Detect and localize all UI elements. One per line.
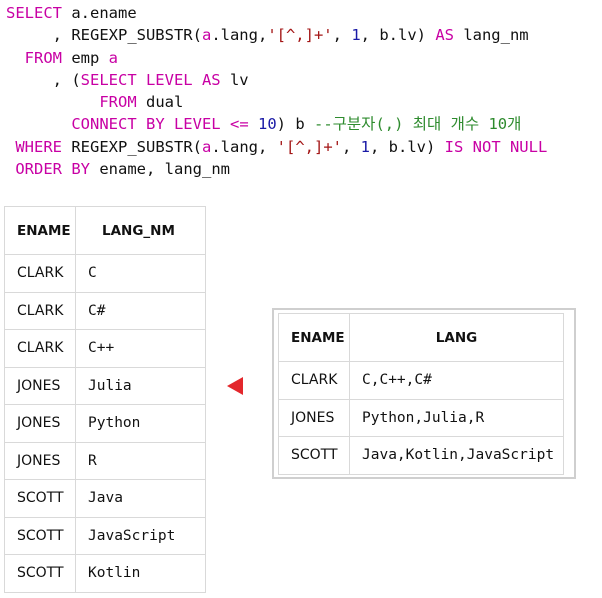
code-token: --구분자(,) 최대 개수 10개 (314, 115, 522, 134)
column-header-ename: ENAME (278, 313, 350, 362)
code-token: 1 (360, 137, 370, 156)
code-token: , b.lv) (360, 26, 436, 45)
column-header-ename: ENAME (4, 206, 76, 255)
sql-code-block: SELECT a.ename , REGEXP_SUBSTR(a.lang,'[… (6, 2, 547, 180)
code-token: AS (435, 26, 454, 45)
code-token: , (341, 137, 361, 156)
cell-ename: SCOTT (4, 516, 76, 555)
code-token: .lang, (211, 26, 268, 45)
cell-lang-nm: R (75, 441, 206, 480)
result-table-aggregated: ENAME LANG CLARK C,C++,C# JONES Python,Juli… (278, 313, 564, 475)
code-line: , (SELECT LEVEL AS lv (6, 69, 547, 91)
code-token: , REGEXP_SUBSTR( (6, 26, 202, 45)
table-row: SCOTT Kotlin (4, 554, 206, 593)
code-line: SELECT a.ename (6, 2, 547, 24)
code-token: <= (229, 115, 249, 134)
cell-ename: CLARK (4, 254, 76, 293)
code-line: FROM emp a (6, 47, 547, 69)
column-header-lang: LANG (349, 313, 564, 362)
cell-lang: Python,Julia,R (349, 398, 564, 437)
cell-ename: SCOTT (4, 479, 76, 518)
cell-ename: JONES (4, 404, 76, 443)
code-token: CONNECT BY LEVEL (71, 115, 221, 134)
code-token: lang_nm (453, 26, 529, 45)
table-row: CLARK C# (4, 291, 206, 330)
cell-lang-nm: C++ (75, 329, 206, 368)
aggregated-result-panel: ENAME LANG CLARK C,C++,C# JONES Python,Juli… (272, 308, 576, 479)
code-line: CONNECT BY LEVEL <= 10) b --구분자(,) 최대 개수… (6, 113, 547, 135)
code-token: WHERE (6, 137, 62, 156)
cell-lang-nm: Java (75, 479, 206, 518)
code-line: WHERE REGEXP_SUBSTR(a.lang, '[^,]+', 1, … (6, 136, 547, 158)
result-table-split: ENAME LANG_NM CLARK C CLARK C# CLARK C++ JONES… (4, 206, 206, 593)
code-token: , b.lv) (370, 137, 445, 156)
code-token: ) b (276, 115, 314, 134)
code-token: lv (220, 70, 249, 89)
cell-ename: JONES (278, 398, 350, 437)
cell-lang-nm: Kotlin (75, 554, 206, 593)
table-row: CLARK C++ (4, 329, 206, 368)
code-token: .lang, (211, 137, 277, 156)
code-line: ORDER BY ename, lang_nm (6, 158, 547, 180)
code-token: dual (136, 93, 184, 112)
code-token: SELECT (6, 4, 72, 22)
code-token: a (108, 48, 119, 67)
table-row: JONES R (4, 441, 206, 480)
code-line: FROM dual (6, 91, 547, 113)
code-line: , REGEXP_SUBSTR(a.lang,'[^,]+', 1, b.lv)… (6, 24, 547, 46)
code-token: IS NOT NULL (444, 137, 548, 156)
code-token: '[^,]+' (267, 26, 333, 45)
table-row: SCOTT Java (4, 479, 206, 518)
code-token: , (332, 26, 352, 45)
table-row: JONES Julia (4, 366, 206, 405)
table-row: JONES Python,Julia,R (278, 398, 564, 437)
cell-lang-nm: Python (75, 404, 206, 443)
cell-ename: CLARK (4, 291, 76, 330)
cell-ename: CLARK (278, 361, 350, 400)
code-token: , ( (6, 70, 81, 89)
code-token: a.ename (71, 4, 137, 22)
cell-lang-nm: JavaScript (75, 516, 206, 555)
cell-lang-nm: Julia (75, 366, 206, 405)
table-row: CLARK C (4, 254, 206, 293)
cell-ename: SCOTT (278, 436, 350, 475)
table-row: JONES Python (4, 404, 206, 443)
code-token: SELECT LEVEL AS (80, 70, 221, 89)
code-token: ename, lang_nm (90, 160, 230, 179)
code-token: ORDER BY (6, 160, 90, 179)
cell-ename: JONES (4, 441, 76, 480)
cell-ename: CLARK (4, 329, 76, 368)
code-token: 1 (351, 26, 361, 45)
column-header-lang-nm: LANG_NM (75, 206, 206, 255)
code-token: FROM (6, 48, 62, 67)
code-token: FROM (99, 93, 137, 112)
table-row: CLARK C,C++,C# (278, 361, 564, 400)
code-token: 10 (258, 115, 277, 134)
table-header-row: ENAME LANG (278, 313, 564, 362)
code-token: REGEXP_SUBSTR( (62, 137, 202, 156)
triangle-left-icon (227, 377, 243, 395)
code-token: a (201, 26, 212, 45)
code-token: a (201, 137, 212, 156)
cell-ename: SCOTT (4, 554, 76, 593)
table-header-row: ENAME LANG_NM (4, 206, 206, 255)
cell-ename: JONES (4, 366, 76, 405)
cell-lang: C,C++,C# (349, 361, 564, 400)
table-row: SCOTT JavaScript (4, 516, 206, 555)
cell-lang: Java,Kotlin,JavaScript (349, 436, 564, 475)
code-token: emp (62, 48, 109, 67)
table-row: SCOTT Java,Kotlin,JavaScript (278, 436, 564, 475)
code-token: '[^,]+' (276, 137, 342, 156)
cell-lang-nm: C (75, 254, 206, 293)
cell-lang-nm: C# (75, 291, 206, 330)
